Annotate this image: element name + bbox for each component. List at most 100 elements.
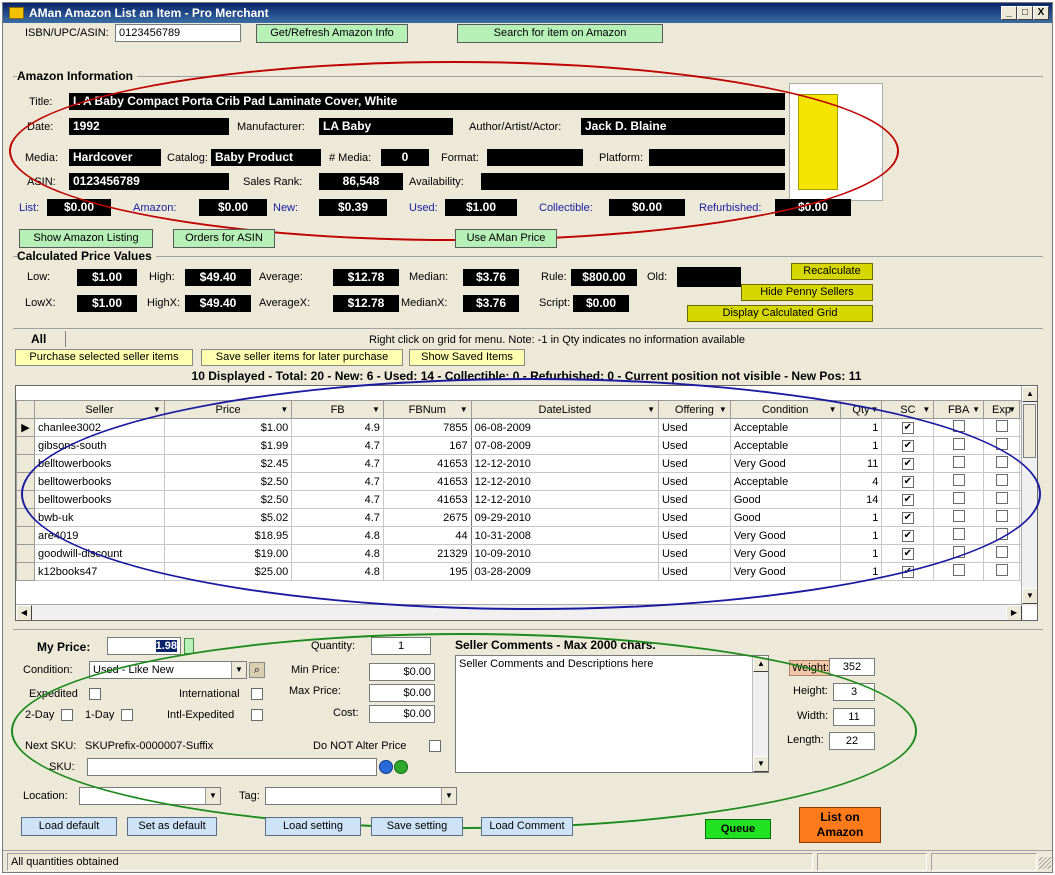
scroll-left-icon[interactable]: ◀ [16,605,32,620]
cell-exp[interactable] [983,472,1020,491]
grid-checkbox[interactable] [995,492,1008,504]
grid-checkbox[interactable] [952,474,965,486]
height-input[interactable]: 3 [833,683,875,701]
filter-dropdown-icon[interactable]: ▼ [871,405,879,414]
max-price-input[interactable]: $0.00 [369,684,435,702]
scroll-down-icon[interactable]: ▼ [1022,588,1037,604]
comments-textarea[interactable]: Seller Comments and Descriptions here ▲ … [455,655,769,773]
load-setting-button[interactable]: Load setting [265,817,361,836]
grid-checkbox[interactable] [995,528,1008,540]
binoculars-icon[interactable]: ⌕ [249,662,265,678]
cell-fba[interactable] [933,436,985,455]
grid-checkbox[interactable] [995,564,1008,576]
grid-checkbox[interactable] [952,564,965,576]
grid-checkbox[interactable] [995,420,1008,432]
cell-sc[interactable]: ✔ [881,454,935,473]
filter-dropdown-icon[interactable]: ▼ [1008,405,1016,414]
grid-checkbox[interactable] [952,510,965,522]
grid-checkbox[interactable]: ✔ [901,439,914,452]
cell-exp[interactable] [983,436,1020,455]
scroll-right-icon[interactable]: ▶ [1006,605,1022,620]
seller-grid[interactable]: Seller ▼ Price ▼ FB ▼ FBNum ▼ DateListed ▼ Of… [15,385,1038,621]
grid-checkbox[interactable]: ✔ [901,475,914,488]
grid-checkbox[interactable] [952,420,965,432]
scroll-up-icon[interactable]: ▲ [1022,386,1037,402]
length-input[interactable]: 22 [829,732,875,750]
table-row[interactable]: belltowerbooks $2.50 4.7 41653 12-12-2010 Use… [16,490,1037,509]
refresh-amazon-info-button[interactable]: Get/Refresh Amazon Info [256,24,408,43]
col-header-condition[interactable]: Condition ▼ [729,400,841,419]
cell-exp[interactable] [983,544,1020,563]
save-setting-button[interactable]: Save setting [371,817,463,836]
cell-fba[interactable] [933,472,985,491]
col-header-datelisted[interactable]: DateListed ▼ [470,400,659,419]
isbn-input[interactable]: 0123456789 [115,24,241,42]
table-row[interactable]: bwb-uk $5.02 4.7 2675 09-29-2010 Used Good 1 ✔ [16,508,1037,527]
load-comment-button[interactable]: Load Comment [481,817,573,836]
row-selector[interactable] [16,490,35,509]
cell-sc[interactable]: ✔ [881,562,935,581]
cell-fba[interactable] [933,526,985,545]
table-row[interactable]: gibsons-south $1.99 4.7 167 07-08-2009 Used Ac… [16,436,1037,455]
refresh-icon[interactable] [379,760,393,774]
filter-dropdown-icon[interactable]: ▼ [153,405,161,414]
show-saved-items-button[interactable]: Show Saved Items [409,349,525,366]
filter-dropdown-icon[interactable]: ▼ [372,405,380,414]
save-for-later-button[interactable]: Save seller items for later purchase [201,349,403,366]
table-row[interactable]: belltowerbooks $2.50 4.7 41653 12-12-2010 Use… [16,472,1037,491]
col-header-price[interactable]: Price ▼ [163,400,293,419]
grid-checkbox[interactable]: ✔ [901,565,914,578]
price-spinner[interactable] [184,638,194,654]
sku-input[interactable] [87,758,377,776]
table-row[interactable]: ▶ chanlee3002 $1.00 4.9 7855 06-08-2009 Used Ac… [16,418,1037,437]
cell-exp[interactable] [983,508,1020,527]
grid-checkbox[interactable] [952,546,965,558]
location-select[interactable]: ▼ [79,787,221,805]
col-header-qty[interactable]: Qty ▼ [839,400,883,419]
purchase-selected-button[interactable]: Purchase selected seller items [15,349,193,366]
weight-label[interactable]: Weight: [789,660,833,676]
row-selector[interactable] [16,436,35,455]
chevron-down-icon[interactable]: ▼ [441,788,456,804]
two-day-checkbox[interactable] [61,709,73,721]
grid-checkbox[interactable] [995,510,1008,522]
cell-fba[interactable] [933,544,985,563]
grid-checkbox[interactable]: ✔ [901,547,914,560]
min-price-input[interactable]: $0.00 [369,663,435,681]
resize-grip-icon[interactable] [1039,857,1051,869]
quantity-input[interactable]: 1 [371,637,431,655]
cell-exp[interactable] [983,418,1020,437]
grid-checkbox[interactable] [952,492,965,504]
grid-checkbox[interactable] [995,474,1008,486]
cell-fba[interactable] [933,418,985,437]
expedited-checkbox[interactable] [89,688,101,700]
filter-dropdown-icon[interactable]: ▼ [972,405,980,414]
grid-checkbox[interactable] [952,438,965,450]
grid-checkbox[interactable]: ✔ [901,457,914,470]
cell-sc[interactable]: ✔ [881,526,935,545]
col-header-fb[interactable]: FB ▼ [291,400,384,419]
row-selector[interactable] [16,562,35,581]
table-row[interactable]: goodwill-discount $19.00 4.8 21329 10-09-201… [16,544,1037,563]
cell-exp[interactable] [983,454,1020,473]
grid-checkbox[interactable] [995,438,1008,450]
chevron-down-icon[interactable]: ▼ [231,662,246,678]
search-amazon-button[interactable]: Search for item on Amazon [457,24,663,43]
current-row-indicator[interactable]: ▶ [16,418,35,437]
table-row[interactable]: are4019 $18.95 4.8 44 10-31-2008 Used Very Goo… [16,526,1037,545]
cell-sc[interactable]: ✔ [881,490,935,509]
tab-all[interactable]: All [31,332,46,346]
row-selector[interactable] [16,526,35,545]
col-header-offering[interactable]: Offering ▼ [657,400,731,419]
cell-fba[interactable] [933,490,985,509]
list-on-amazon-button[interactable]: List on Amazon [799,807,881,843]
international-checkbox[interactable] [251,688,263,700]
one-day-checkbox[interactable] [121,709,133,721]
row-selector[interactable] [16,472,35,491]
scroll-thumb[interactable] [1023,404,1036,458]
cost-input[interactable]: $0.00 [369,705,435,723]
grid-vertical-scrollbar[interactable]: ▲ ▼ [1021,386,1037,606]
grid-checkbox[interactable] [995,546,1008,558]
grid-checkbox[interactable]: ✔ [901,511,914,524]
cell-sc[interactable]: ✔ [881,436,935,455]
